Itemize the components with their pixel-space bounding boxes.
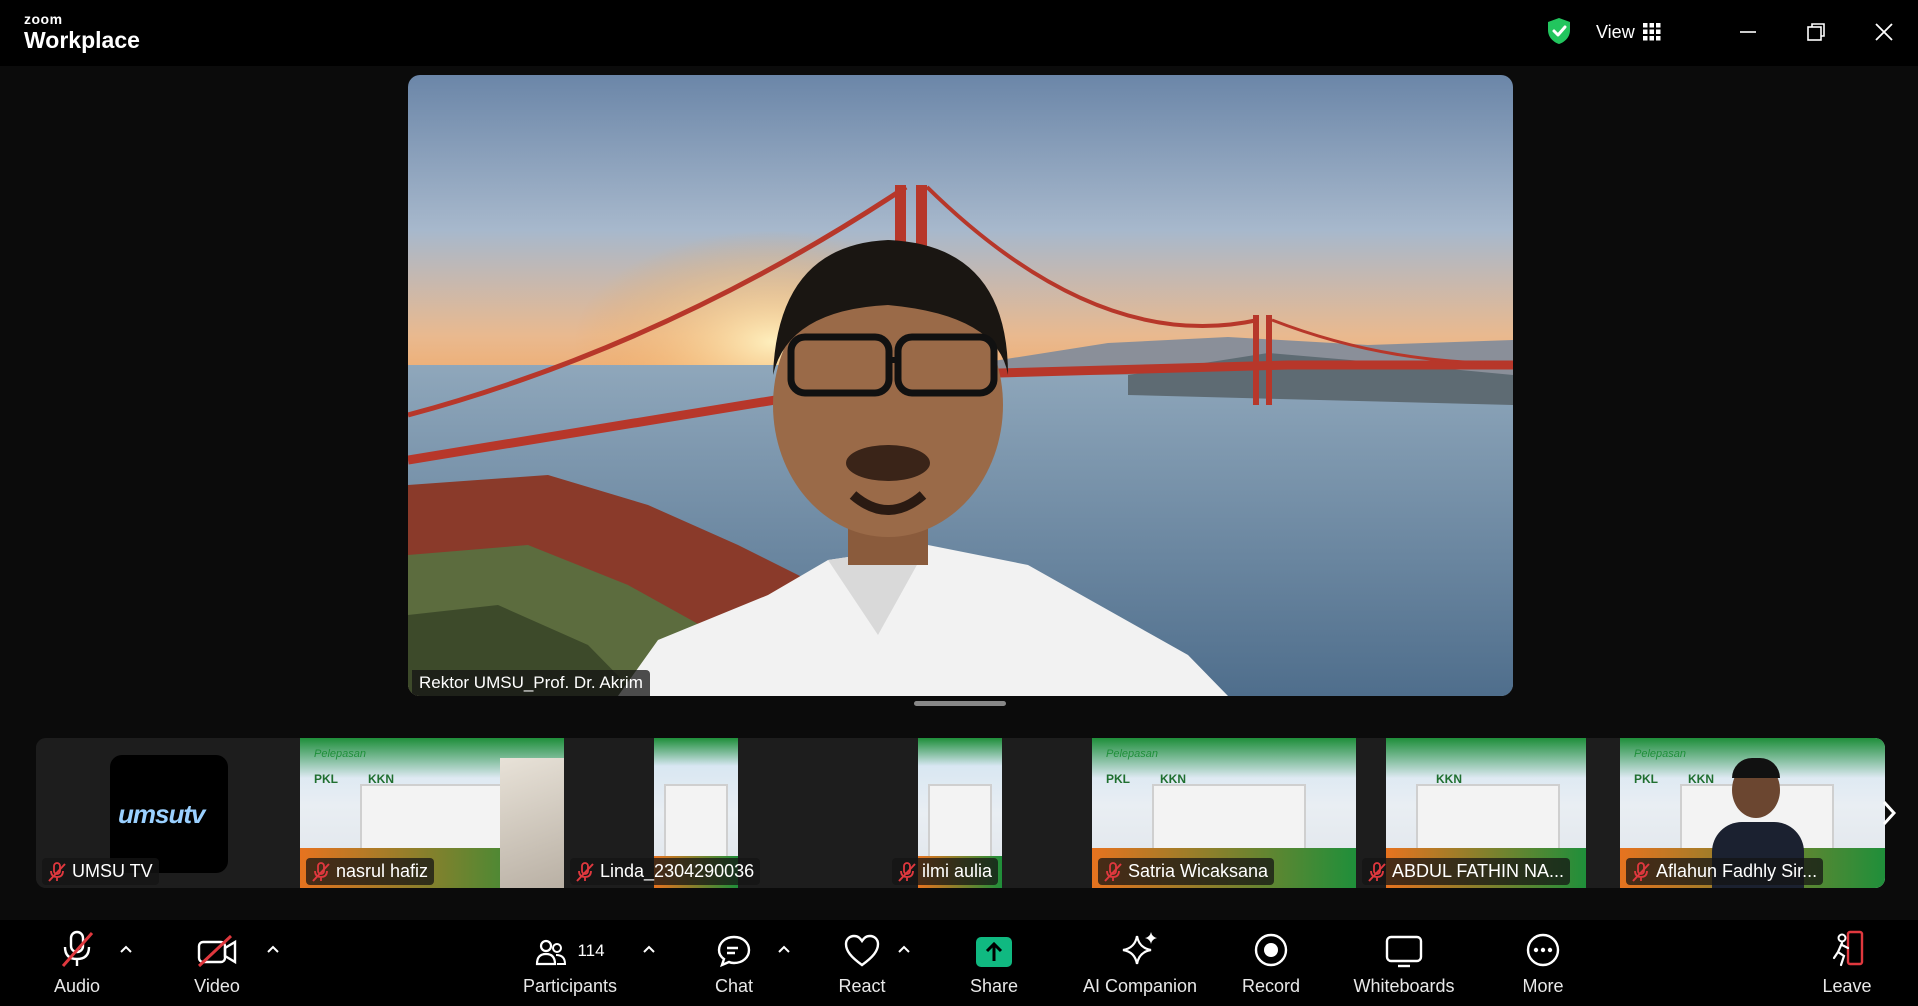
banner-kkn-text: KKN <box>1436 772 1462 786</box>
participant-strip: umsutv UMSU TV Pelepasan PKL KKN nasrul … <box>36 738 1885 888</box>
active-speaker-video[interactable]: Rektor UMSU_Prof. Dr. Akrim <box>408 75 1513 696</box>
participant-tile[interactable]: Pelepasan PKL KKN Satria Wicaksana <box>1092 738 1356 888</box>
ai-companion-label: AI Companion <box>1082 976 1198 996</box>
chat-label: Chat <box>714 976 754 996</box>
mic-muted-icon <box>898 861 916 882</box>
banner-pkl-text: PKL <box>1106 772 1130 786</box>
sparkle-icon <box>1122 932 1157 965</box>
title-bar: zoom Workplace View <box>0 0 1918 66</box>
speaker-name: Rektor UMSU_Prof. Dr. Akrim <box>419 673 643 692</box>
react-options-caret-icon[interactable] <box>897 944 911 954</box>
restore-icon[interactable] <box>1804 20 1828 44</box>
record-button[interactable]: Record <box>1238 920 1304 1006</box>
participants-count: 114 <box>577 941 605 960</box>
mic-muted-icon <box>1104 861 1122 882</box>
leave-icon <box>1832 930 1864 967</box>
chat-button[interactable]: Chat <box>704 920 764 1006</box>
banner-kkn-text: KKN <box>1160 772 1186 786</box>
mic-muted-icon <box>312 861 330 882</box>
heart-icon <box>844 934 880 967</box>
close-icon[interactable] <box>1872 20 1896 44</box>
chat-options-caret-icon[interactable] <box>777 944 791 954</box>
share-label: Share <box>969 976 1019 996</box>
minimize-icon[interactable] <box>1736 20 1760 44</box>
participant-name-tag: Satria Wicaksana <box>1098 858 1275 885</box>
participants-options-caret-icon[interactable] <box>642 944 656 954</box>
participant-name: nasrul hafiz <box>336 861 429 881</box>
app-logo: zoom Workplace <box>24 12 140 52</box>
chat-icon <box>717 935 751 968</box>
react-label: React <box>838 976 886 996</box>
resize-handle[interactable] <box>914 701 1006 706</box>
more-label: More <box>1522 976 1564 996</box>
audio-label: Audio <box>53 976 101 996</box>
video-options-caret-icon[interactable] <box>266 944 280 954</box>
meeting-toolbar: Audio Video 114 Participants Chat React … <box>0 920 1918 1006</box>
view-button[interactable]: View <box>1596 17 1661 47</box>
mic-muted-icon <box>576 861 594 882</box>
participant-name-tag: ilmi aulia <box>892 858 999 885</box>
mic-muted-icon <box>48 861 66 882</box>
record-label: Record <box>1241 976 1301 996</box>
participant-name: Aflahun Fadhly Sir... <box>1656 861 1818 881</box>
participants-label: Participants <box>522 976 618 996</box>
banner-kkn-text: KKN <box>368 772 394 786</box>
record-icon <box>1254 933 1288 967</box>
participant-tile[interactable]: Pelepasan PKL KKN nasrul hafiz <box>300 738 564 888</box>
video-button[interactable]: Video <box>180 920 254 1006</box>
share-screen-icon <box>976 937 1012 967</box>
leave-button[interactable]: Leave <box>1822 920 1872 1006</box>
grid-icon <box>1642 23 1661 41</box>
avatar: umsutv <box>110 755 228 873</box>
speaker-name-tag: Rektor UMSU_Prof. Dr. Akrim <box>412 670 650 696</box>
more-button[interactable]: More <box>1518 920 1568 1006</box>
banner-pkl-text: PKL <box>314 772 338 786</box>
umsutv-logo-text: umsutv <box>118 799 205 829</box>
ai-companion-button[interactable]: AI Companion <box>1076 920 1204 1006</box>
participant-name: Linda_2304290036 <box>600 861 755 881</box>
participant-tile[interactable]: Linda_2304290036 <box>564 738 828 888</box>
participant-tile[interactable]: KKN ABDUL FATHIN NA... <box>1356 738 1620 888</box>
security-shield-icon[interactable] <box>1546 17 1572 45</box>
participant-tile[interactable]: ilmi aulia <box>828 738 1092 888</box>
participant-name-tag: UMSU TV <box>42 858 159 885</box>
view-label: View <box>1596 21 1635 42</box>
whiteboards-label: Whiteboards <box>1353 976 1455 996</box>
participant-name: ilmi aulia <box>922 861 993 881</box>
chevron-right-icon[interactable] <box>1878 796 1900 830</box>
microphone-muted-icon <box>61 930 94 967</box>
participant-name-tag: nasrul hafiz <box>306 858 435 885</box>
speaker-scene <box>408 75 1513 696</box>
participant-name-tag: Linda_2304290036 <box>570 858 761 885</box>
audio-button[interactable]: Audio <box>40 920 114 1006</box>
video-label: Video <box>194 976 240 996</box>
banner-script-text: Pelepasan <box>1634 748 1686 760</box>
whiteboard-icon <box>1385 935 1423 968</box>
participant-name: UMSU TV <box>72 861 153 881</box>
participant-name-tag: ABDUL FATHIN NA... <box>1362 858 1571 885</box>
banner-kkn-text: KKN <box>1688 772 1714 786</box>
participant-tile[interactable]: umsutv UMSU TV <box>36 738 300 888</box>
participant-name: ABDUL FATHIN NA... <box>1392 861 1565 881</box>
mic-muted-icon <box>1368 861 1386 882</box>
banner-script-text: Pelepasan <box>314 748 366 760</box>
brand-zoom: zoom <box>24 11 63 27</box>
share-button[interactable]: Share <box>966 920 1022 1006</box>
brand-workplace: Workplace <box>24 27 140 53</box>
participant-tile[interactable]: Pelepasan PKL KKN Aflahun Fadhly Sir... <box>1620 738 1885 888</box>
participants-button[interactable]: 114 Participants <box>516 920 624 1006</box>
whiteboards-button[interactable]: Whiteboards <box>1348 920 1460 1006</box>
react-button[interactable]: React <box>830 920 894 1006</box>
more-icon <box>1526 933 1560 967</box>
audio-options-caret-icon[interactable] <box>119 944 133 954</box>
participant-name-tag: Aflahun Fadhly Sir... <box>1626 858 1824 885</box>
banner-pkl-text: PKL <box>1634 772 1658 786</box>
participants-icon <box>536 939 567 966</box>
leave-label: Leave <box>1822 976 1872 996</box>
mic-muted-icon <box>1632 861 1650 882</box>
participant-name: Satria Wicaksana <box>1128 861 1269 881</box>
banner-script-text: Pelepasan <box>1106 748 1158 760</box>
camera-off-icon <box>197 934 237 968</box>
